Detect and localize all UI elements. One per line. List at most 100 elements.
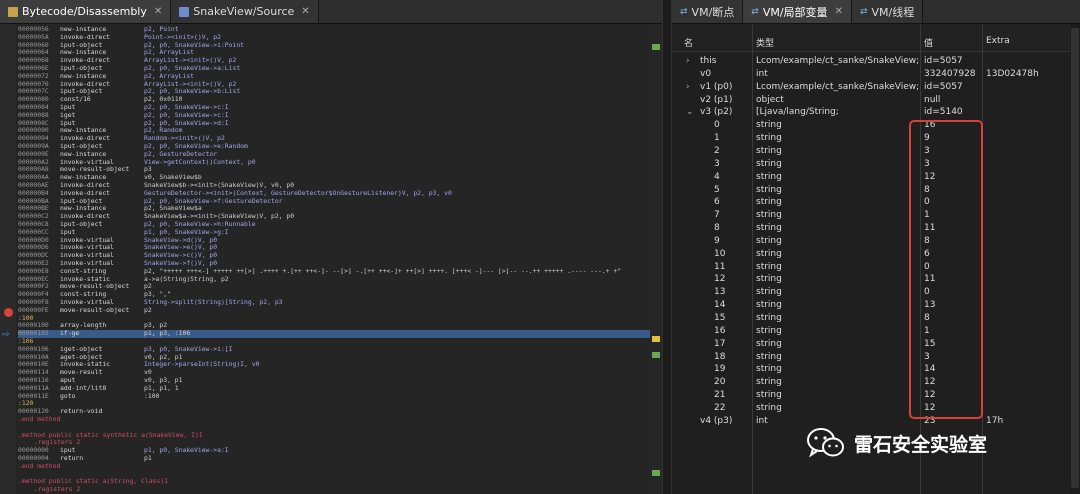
var-value[interactable]: null xyxy=(924,94,940,107)
expander-icon[interactable]: ⌄ xyxy=(686,106,694,119)
code-line[interactable]: 0000006E iput-object p2, p0, SnakeView->a:… xyxy=(18,64,652,73)
locals-row[interactable]: 5 string 8 xyxy=(672,184,1070,197)
code-line[interactable]: 00000102 if-ge p1, p3, :106 xyxy=(18,329,652,338)
code-line[interactable]: 0000010A aget-object v0, p2, p1 xyxy=(18,353,652,362)
locals-row[interactable]: 22 string 12 xyxy=(672,402,1070,415)
code-line[interactable]: 000000A8 move-result-object p3 xyxy=(18,166,652,174)
code-line[interactable]: .end method xyxy=(18,462,652,471)
expander-icon[interactable]: › xyxy=(686,81,690,94)
code-line[interactable]: :106 xyxy=(18,337,652,346)
tab-vm-0[interactable]: ⇄ VM/断点 xyxy=(672,0,744,23)
code-line[interactable]: 0000010E invoke-static Integer->parseInt(S… xyxy=(18,361,652,369)
code-line[interactable]: 00000056 new-instance p2, Point xyxy=(18,25,652,34)
code-line[interactable]: .end method xyxy=(18,415,652,424)
locals-row[interactable]: 3 string 3 xyxy=(672,158,1070,171)
locals-row[interactable]: 8 string 11 xyxy=(672,222,1070,235)
code-view[interactable]: ⇨ 00000056 new-instance p2, Point 0000005A i… xyxy=(0,24,652,494)
locals-row[interactable]: 12 string 11 xyxy=(672,273,1070,286)
locals-row[interactable]: 7 string 1 xyxy=(672,209,1070,222)
code-line[interactable]: 00000064 new-instance p2, ArrayList xyxy=(18,49,652,57)
locals-row[interactable]: 0 string 16 xyxy=(672,119,1070,132)
locals-row[interactable]: 19 string 14 xyxy=(672,363,1070,376)
code-line[interactable]: .method public static synthetic a(SnakeV… xyxy=(18,431,652,440)
code-line[interactable]: 00000120 return-void xyxy=(18,407,652,416)
locals-row[interactable]: 4 string 12 xyxy=(672,171,1070,184)
locals-row[interactable]: 1 string 9 xyxy=(672,132,1070,145)
code-line[interactable]: 000000B4 invoke-direct GestureDetector-><i… xyxy=(18,189,652,198)
code-line[interactable]: 0000011E goto:100 xyxy=(18,392,652,401)
panel-splitter[interactable] xyxy=(662,0,672,494)
code-line[interactable]: 0000009A iput-object p2, p0, SnakeView->e:… xyxy=(18,142,652,151)
expander-icon[interactable]: › xyxy=(686,55,690,68)
header-value[interactable]: 值 xyxy=(924,36,933,49)
locals-row[interactable]: 21 string 12 xyxy=(672,389,1070,402)
code-line[interactable]: 000000E8 const-string p2, "+++++ +++<-] ++… xyxy=(18,267,652,276)
locals-row[interactable]: 18 string 3 xyxy=(672,351,1070,364)
var-value[interactable]: id=5057 xyxy=(924,81,963,94)
var-value[interactable]: id=5057 xyxy=(924,55,963,68)
code-line[interactable]: 000000FE move-result-object p2 xyxy=(18,306,652,315)
code-line[interactable]: .registers 2 xyxy=(18,485,652,494)
breakpoint-marker-icon[interactable] xyxy=(4,308,13,317)
overview-marker[interactable] xyxy=(652,336,660,342)
tab-snakeview-source[interactable]: SnakeView/Source ✕ xyxy=(171,0,319,23)
code-line[interactable]: 0000011A add-int/lit8 p1, p1, 1 xyxy=(18,384,652,393)
close-icon[interactable]: ✕ xyxy=(835,6,843,17)
code-line[interactable]: 0000008C iput p2, p0, SnakeView->d:I xyxy=(18,119,652,128)
tab-bytecode-disassembly[interactable]: Bytecode/Disassembly ✕ xyxy=(0,0,172,23)
locals-row[interactable]: 10 string 6 xyxy=(672,248,1070,261)
code-line[interactable]: 000000BA iput-object p2, p0, SnakeView->f:… xyxy=(18,197,652,206)
locals-row[interactable]: 14 string 13 xyxy=(672,299,1070,312)
vertical-scrollbar[interactable] xyxy=(1070,24,1080,494)
code-line[interactable]: 00000116 aput v0, p3, p1 xyxy=(18,376,652,385)
locals-row[interactable]: 6 string 0 xyxy=(672,196,1070,209)
scrollbar-thumb[interactable] xyxy=(1071,28,1079,488)
column-separator[interactable] xyxy=(752,24,753,494)
code-line[interactable]: :100 xyxy=(18,314,652,323)
overview-ruler[interactable] xyxy=(650,28,662,494)
code-line[interactable]: 00000094 invoke-direct Random-><init>()V, … xyxy=(18,134,652,143)
var-value[interactable]: 332407928 xyxy=(924,68,976,81)
code-line[interactable]: 00000090 new-instance p2, Random xyxy=(18,127,652,135)
code-line[interactable]: 00000076 invoke-direct ArrayList-><init>()… xyxy=(18,80,652,89)
tab-vm-1[interactable]: ⇄ VM/局部变量 ✕ xyxy=(743,0,852,23)
code-line[interactable]: 00000004 return p1 xyxy=(18,454,652,463)
locals-row[interactable]: 11 string 0 xyxy=(672,261,1070,274)
locals-row[interactable]: › v1 (p0) Lcom/example/ct_sanke/SnakeView;… xyxy=(672,81,1070,94)
overview-marker[interactable] xyxy=(652,352,660,358)
close-icon[interactable]: ✕ xyxy=(154,6,162,17)
locals-row[interactable]: v0 int 332407928 13D02478h xyxy=(672,68,1070,81)
code-line[interactable]: 00000060 iput-object p2, p0, SnakeView->i:… xyxy=(18,41,652,50)
locals-row[interactable]: 16 string 1 xyxy=(672,325,1070,338)
code-line[interactable]: 00000088 iget p2, p0, SnakeView->c:I xyxy=(18,111,652,120)
code-line[interactable]: 000000F2 move-result-object p2 xyxy=(18,283,652,291)
code-line[interactable]: :120 xyxy=(18,400,652,408)
locals-row[interactable]: ⌄ v3 (p2) [Ljava/lang/String; id=5140 xyxy=(672,106,1070,119)
var-value[interactable]: id=5140 xyxy=(924,106,963,119)
code-line[interactable]: 0000007C iput-object p2, p0, SnakeView->b:… xyxy=(18,88,652,96)
locals-row[interactable]: › this Lcom/example/ct_sanke/SnakeView; id=… xyxy=(672,55,1070,68)
locals-row[interactable]: 13 string 0 xyxy=(672,286,1070,299)
code-line[interactable]: 00000072 new-instance p2, ArrayList xyxy=(18,72,652,81)
code-line[interactable]: 00000000 iput p1, p0, SnakeView->a:I xyxy=(18,446,652,455)
header-extra[interactable]: Extra xyxy=(986,36,1010,46)
code-line[interactable]: 00000106 iget-object p3, p0, SnakeView->i:… xyxy=(18,345,652,354)
header-type[interactable]: 类型 xyxy=(756,36,774,49)
code-line[interactable]: .method public static a(String, Class)I xyxy=(18,478,652,486)
code-line[interactable]: 00000114 move-result v0 xyxy=(18,368,652,377)
locals-row[interactable]: v2 (p1) object null xyxy=(672,94,1070,107)
code-line[interactable]: 000000C8 iput-object p2, p0, SnakeView->h:… xyxy=(18,220,652,229)
overview-marker[interactable] xyxy=(652,470,660,476)
code-line[interactable]: 000000BE new-instance p2, SnakeView$a xyxy=(18,205,652,213)
locals-row[interactable]: 2 string 3 xyxy=(672,145,1070,158)
code-line[interactable]: 00000100 array-length p3, p2 xyxy=(18,322,652,330)
overview-marker[interactable] xyxy=(652,44,660,50)
locals-row[interactable]: 20 string 12 xyxy=(672,376,1070,389)
code-line[interactable]: 00000068 invoke-direct ArrayList-><init>()… xyxy=(18,56,652,65)
gutter[interactable] xyxy=(0,24,16,494)
code-line[interactable]: 0000005A invoke-direct Point-><init>()V, p… xyxy=(18,33,652,42)
code-line[interactable]: .registers 2 xyxy=(18,439,652,447)
code-line[interactable]: 000000AA new-instance v0, SnakeView$b xyxy=(18,173,652,182)
locals-row[interactable]: 15 string 8 xyxy=(672,312,1070,325)
code-line[interactable]: 000000C2 invoke-direct SnakeView$a-><init>… xyxy=(18,212,652,221)
